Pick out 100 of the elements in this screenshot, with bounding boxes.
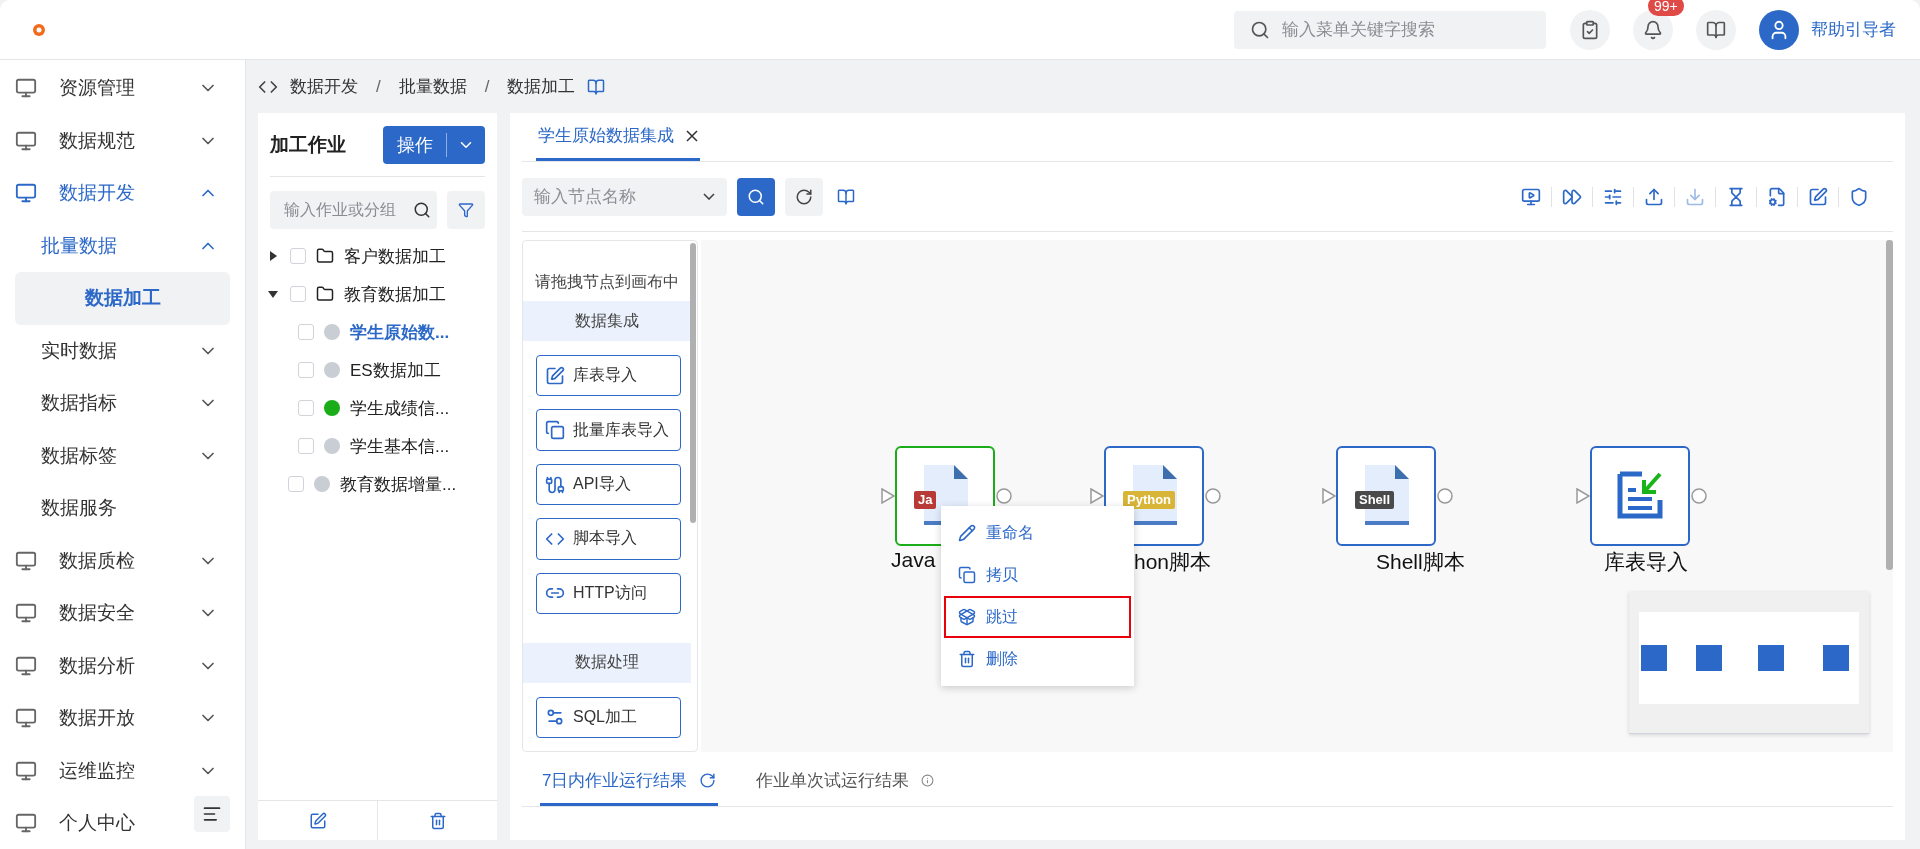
sidebar-item[interactable]: 实时数据 [15, 324, 230, 377]
checkbox[interactable] [298, 400, 314, 416]
refresh-icon [795, 187, 813, 206]
copy-icon [545, 420, 565, 440]
checkbox[interactable] [298, 324, 314, 340]
tab[interactable]: 作业单次试运行结果 [754, 758, 937, 806]
palette-node[interactable]: API导入 [536, 463, 681, 506]
folder-icon [316, 247, 334, 265]
notifications-button[interactable] [1633, 9, 1673, 50]
node-label: hon脚本 [1134, 549, 1212, 575]
panel-title: 加工作业 [270, 133, 346, 157]
sidebar-item[interactable]: 数据规范 [15, 114, 230, 167]
tree-item[interactable]: 教育数据增量... [268, 465, 487, 503]
palette-node[interactable]: HTTP访问 [536, 572, 681, 615]
filter-button[interactable] [447, 191, 485, 229]
collapse-sidebar-button[interactable] [194, 796, 230, 833]
monitor-icon [15, 77, 37, 100]
sidebar-item[interactable]: 资源管理 [15, 62, 230, 115]
tree-label: 学生基本信... [350, 435, 450, 458]
play-icon [1521, 186, 1541, 207]
breadcrumb-separator: / [376, 76, 381, 97]
checkbox[interactable] [298, 362, 314, 378]
breadcrumb-item[interactable]: 批量数据 [398, 75, 467, 98]
monitor-icon [15, 602, 37, 625]
tree-label: 客户数据加工 [344, 245, 446, 268]
output-port-icon[interactable] [1436, 487, 1454, 505]
plug-icon [545, 474, 565, 495]
breadcrumb-item[interactable]: 数据开发 [290, 75, 358, 98]
notification-badge: 99+ [1648, 0, 1684, 16]
user-name[interactable]: 帮助引导者 [1811, 18, 1896, 41]
palette-node[interactable]: SQL加工 [536, 696, 681, 738]
canvas-node[interactable]: Shell [1336, 446, 1436, 546]
tree-label: 教育数据加工 [344, 283, 446, 306]
hourglass-icon [1726, 186, 1746, 207]
tree-label: 学生成绩信... [350, 397, 450, 420]
palette-node[interactable]: 库表导入 [536, 354, 681, 397]
sidebar-item[interactable]: 批量数据 [15, 219, 230, 272]
minimap[interactable] [1629, 592, 1869, 734]
breadcrumb-separator: / [484, 76, 490, 97]
refresh-icon[interactable] [699, 772, 717, 789]
clipboard-icon [1580, 19, 1600, 40]
tree-item[interactable]: 学生原始数... [268, 313, 487, 351]
sidebar-item[interactable]: 数据指标 [15, 377, 230, 430]
tree-item[interactable]: ES数据加工 [268, 351, 487, 389]
book-icon[interactable] [587, 77, 606, 96]
docs-button[interactable] [1696, 9, 1736, 50]
checkbox[interactable] [290, 286, 306, 302]
node-label: Shell脚本 [1376, 549, 1465, 575]
sidebar-item[interactable]: 数据服务 [15, 482, 230, 535]
tree-item[interactable]: 学生成绩信... [268, 389, 487, 427]
scrollbar[interactable] [1886, 240, 1893, 570]
chevron-down-icon [703, 193, 715, 200]
output-port-icon[interactable] [1690, 487, 1708, 505]
monitor-icon [15, 812, 37, 835]
output-port-icon[interactable] [1204, 487, 1222, 505]
sidebar-item[interactable]: 数据标签 [15, 429, 230, 482]
tree-item[interactable]: 客户数据加工 [268, 237, 487, 275]
download-icon [1685, 186, 1705, 207]
menu-item[interactable]: 删除 [944, 638, 1131, 680]
sidebar-item[interactable]: 个人中心 [15, 797, 188, 849]
sidebar-item[interactable]: 数据安全 [15, 587, 230, 640]
file-type-label: Ja [914, 491, 937, 509]
tree-item[interactable]: 教育数据加工 [268, 275, 487, 313]
menu-item[interactable]: 拷贝 [944, 554, 1131, 596]
caret-right-icon [268, 251, 278, 261]
close-icon[interactable] [686, 129, 698, 142]
sidebar-item[interactable]: 运维监控 [15, 744, 230, 797]
canvas-node[interactable] [1590, 446, 1690, 546]
sidebar-item[interactable]: 数据分析 [15, 639, 230, 692]
box-icon [958, 608, 976, 626]
node-label: 库表导入 [1604, 549, 1688, 575]
sidebar-item[interactable]: 数据开放 [15, 692, 230, 745]
tree-item[interactable]: 学生基本信... [268, 427, 487, 465]
tasks-button[interactable] [1570, 9, 1610, 50]
file-gear-icon [1767, 186, 1787, 207]
output-port-icon[interactable] [995, 487, 1013, 505]
edit-icon [308, 811, 327, 830]
menu-item[interactable]: 跳过 [944, 596, 1131, 638]
sidebar-item[interactable]: 数据开发 [15, 167, 230, 220]
action-button[interactable]: 操作 [383, 126, 485, 164]
search-icon [747, 187, 765, 206]
sidebar-item[interactable]: 数据加工 [15, 272, 230, 325]
filter-icon [458, 202, 474, 218]
palette-node[interactable]: 批量库表导入 [536, 409, 681, 451]
sidebar-item[interactable]: 数据质检 [15, 534, 230, 587]
node-label: Java [891, 548, 936, 572]
checkbox[interactable] [288, 476, 304, 492]
file-type-label: Shell [1355, 491, 1395, 509]
refresh-button[interactable] [785, 177, 823, 216]
checkbox[interactable] [290, 248, 306, 264]
avatar[interactable] [1759, 9, 1799, 50]
checkbox[interactable] [298, 438, 314, 454]
tree-label: 学生原始数... [350, 321, 450, 344]
scrollbar[interactable] [690, 243, 696, 523]
tab[interactable]: 学生原始数据集成 [536, 113, 700, 161]
tab[interactable]: 7日内作业运行结果 [540, 758, 719, 806]
copy-icon [958, 566, 976, 584]
search-button[interactable] [737, 177, 775, 216]
tree-label: 教育数据增量... [340, 473, 457, 496]
palette-node[interactable]: 脚本导入 [536, 518, 681, 560]
